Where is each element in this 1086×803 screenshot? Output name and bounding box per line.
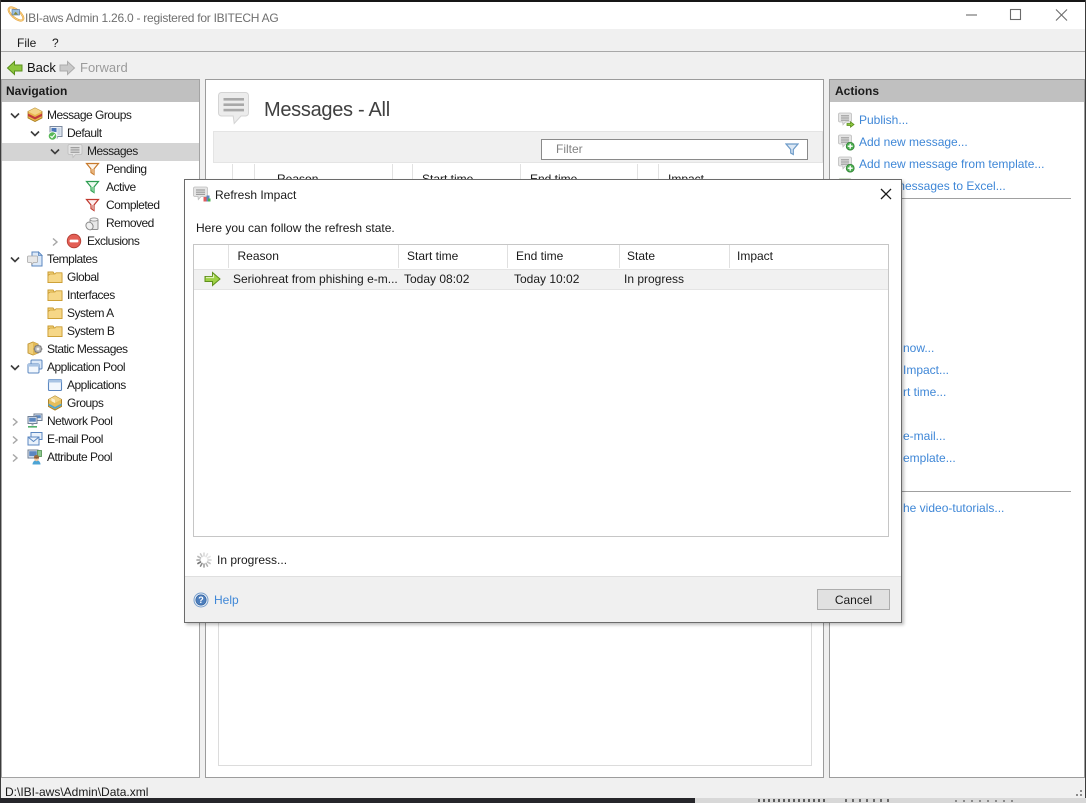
svg-text:?: ? bbox=[198, 595, 204, 605]
